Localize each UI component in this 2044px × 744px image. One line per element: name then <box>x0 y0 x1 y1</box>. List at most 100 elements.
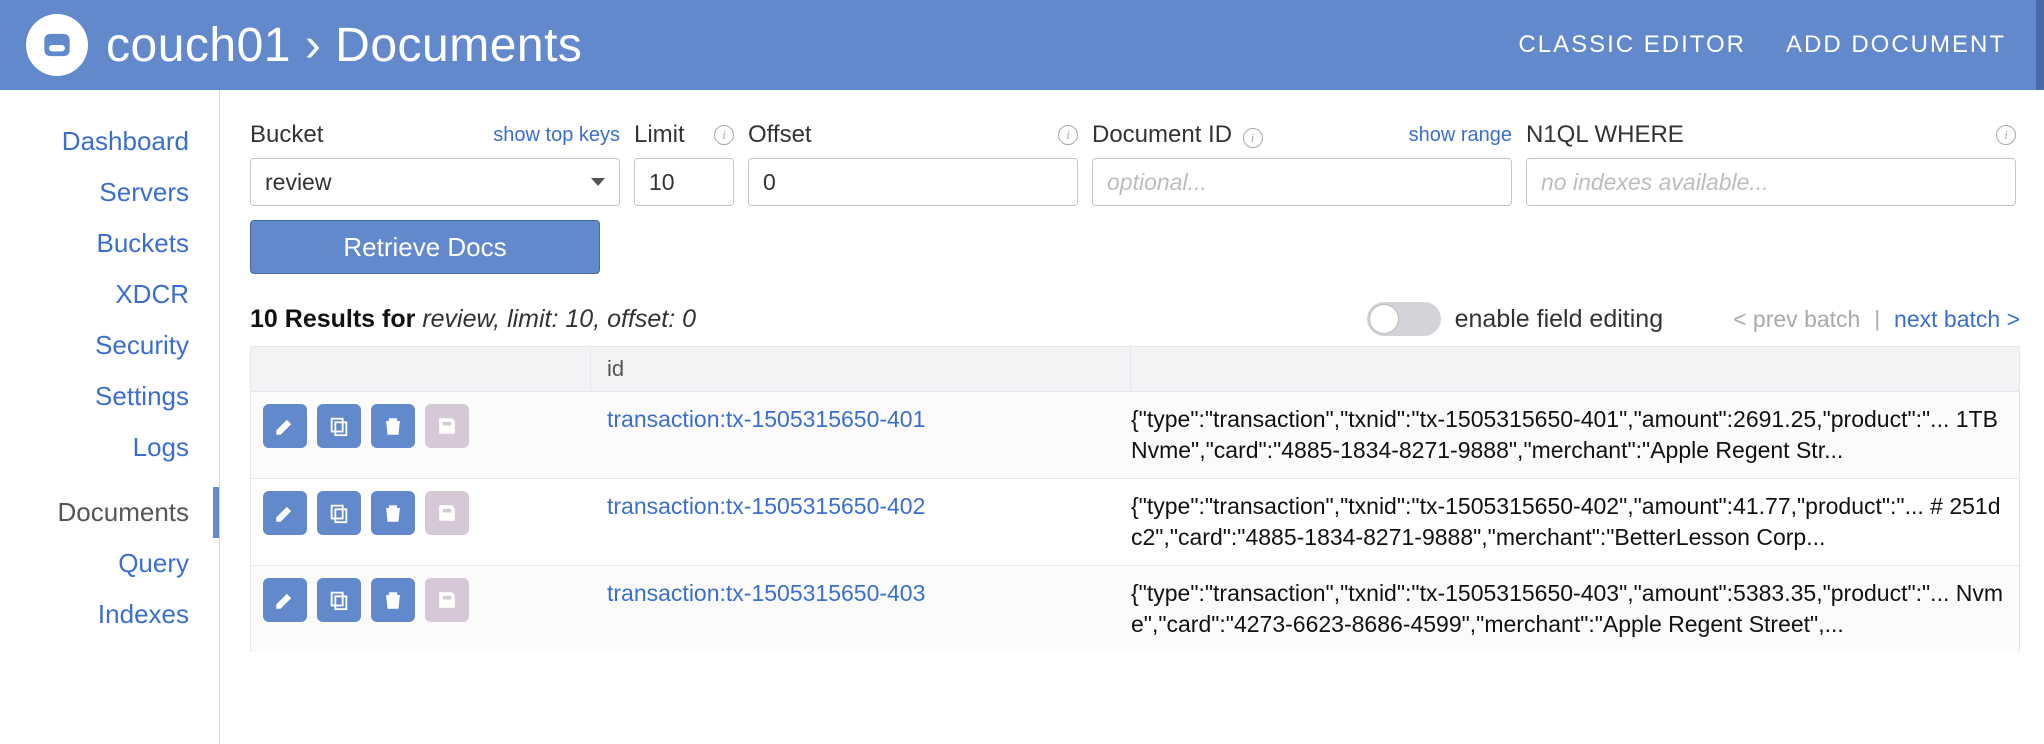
row-json-cell: {"type":"transaction","txnid":"tx-150531… <box>1131 566 2019 652</box>
document-id-link[interactable]: transaction:tx-1505315650-403 <box>607 580 925 606</box>
th-actions <box>251 347 591 391</box>
prev-batch-link: < prev batch <box>1733 306 1860 333</box>
row-actions <box>251 566 591 634</box>
row-json-cell: {"type":"transaction","txnid":"tx-150531… <box>1131 392 2019 478</box>
results-summary: 10 Results for review, limit: 10, offset… <box>250 305 1367 334</box>
offset-input[interactable] <box>748 158 1078 206</box>
row-actions <box>251 392 591 460</box>
docid-input[interactable] <box>1092 158 1512 206</box>
th-id: id <box>591 347 1131 391</box>
edit-button[interactable] <box>263 578 307 622</box>
row-id-cell: transaction:tx-1505315650-403 <box>591 566 1131 621</box>
trash-icon <box>382 589 404 611</box>
sidebar-item-logs[interactable]: Logs <box>0 422 219 473</box>
results-count: 10 <box>250 305 278 333</box>
enable-field-editing-toggle[interactable] <box>1367 302 1441 336</box>
table-row: transaction:tx-1505315650-402 {"type":"t… <box>251 478 2019 565</box>
save-button <box>425 491 469 535</box>
sidebar-item-settings[interactable]: Settings <box>0 371 219 422</box>
row-actions <box>251 479 591 547</box>
breadcrumb-page: Documents <box>335 19 582 72</box>
sidebar-item-security[interactable]: Security <box>0 320 219 371</box>
copy-icon <box>328 415 350 437</box>
results-summary-detail: review, limit: 10, offset: 0 <box>422 305 696 333</box>
breadcrumb-sep: › <box>305 19 321 72</box>
row-id-cell: transaction:tx-1505315650-401 <box>591 392 1131 447</box>
next-batch-link[interactable]: next batch > <box>1894 306 2020 333</box>
limit-label: Limit <box>634 121 685 149</box>
sidebar-item-dashboard[interactable]: Dashboard <box>0 116 219 167</box>
filter-row: Bucket show top keys review Limit i Offs… <box>250 118 2020 206</box>
sidebar-item-xdcr[interactable]: XDCR <box>0 269 219 320</box>
table-row: transaction:tx-1505315650-401 {"type":"t… <box>251 391 2019 478</box>
delete-button[interactable] <box>371 404 415 448</box>
sidebar-item-indexes[interactable]: Indexes <box>0 589 219 640</box>
field-docid: Document ID i show range <box>1092 118 1512 206</box>
document-id-link[interactable]: transaction:tx-1505315650-402 <box>607 493 925 519</box>
field-n1ql: N1QL WHERE i <box>1526 118 2016 206</box>
row-id-cell: transaction:tx-1505315650-402 <box>591 479 1131 534</box>
retrieve-docs-button[interactable]: Retrieve Docs <box>250 220 600 274</box>
limit-input[interactable] <box>634 158 734 206</box>
n1ql-input[interactable] <box>1526 158 2016 206</box>
info-icon[interactable]: i <box>1996 125 2016 145</box>
classic-editor-link[interactable]: CLASSIC EDITOR <box>1518 31 1746 59</box>
pencil-icon <box>274 502 296 524</box>
table-body: transaction:tx-1505315650-401 {"type":"t… <box>251 391 2019 652</box>
save-icon <box>436 589 458 611</box>
pencil-icon <box>274 589 296 611</box>
enable-field-editing-label: enable field editing <box>1455 305 1664 334</box>
document-id-link[interactable]: transaction:tx-1505315650-401 <box>607 406 925 432</box>
sidebar-item-documents[interactable]: Documents <box>0 487 219 538</box>
sidebar-item-query[interactable]: Query <box>0 538 219 589</box>
bucket-label: Bucket <box>250 121 323 149</box>
copy-button[interactable] <box>317 578 361 622</box>
chevron-down-icon <box>591 178 605 186</box>
pager-sep: | <box>1874 306 1880 332</box>
content: Bucket show top keys review Limit i Offs… <box>220 90 2044 744</box>
app-logo <box>26 14 88 76</box>
copy-button[interactable] <box>317 404 361 448</box>
delete-button[interactable] <box>371 491 415 535</box>
info-icon[interactable]: i <box>1243 128 1263 148</box>
bucket-select[interactable]: review <box>250 158 620 206</box>
offset-label: Offset <box>748 121 812 149</box>
n1ql-label: N1QL WHERE <box>1526 121 1684 149</box>
field-offset: Offset i <box>748 118 1078 206</box>
sidebar-item-servers[interactable]: Servers <box>0 167 219 218</box>
table-header: id <box>251 347 2019 391</box>
results-table: id transaction:tx-1505315650-401 {"type"… <box>250 346 2020 652</box>
sidebar-item-buckets[interactable]: Buckets <box>0 218 219 269</box>
save-button <box>425 578 469 622</box>
sidebar: Dashboard Servers Buckets XDCR Security … <box>0 90 220 744</box>
edit-button[interactable] <box>263 404 307 448</box>
delete-button[interactable] <box>371 578 415 622</box>
save-button <box>425 404 469 448</box>
copy-icon <box>328 502 350 524</box>
show-range-link[interactable]: show range <box>1409 124 1512 147</box>
breadcrumb: couch01 › Documents <box>106 18 1518 73</box>
info-icon[interactable]: i <box>714 125 734 145</box>
breadcrumb-node[interactable]: couch01 <box>106 19 291 72</box>
info-icon[interactable]: i <box>1058 125 1078 145</box>
table-row: transaction:tx-1505315650-403 {"type":"t… <box>251 565 2019 652</box>
bucket-select-value: review <box>265 169 331 196</box>
results-summary-row: 10 Results for review, limit: 10, offset… <box>250 302 2020 336</box>
trash-icon <box>382 502 404 524</box>
row-json-cell: {"type":"transaction","txnid":"tx-150531… <box>1131 479 2019 565</box>
pager: < prev batch | next batch > <box>1663 306 2020 333</box>
results-word: Results for <box>285 305 416 333</box>
edit-button[interactable] <box>263 491 307 535</box>
docid-label: Document ID <box>1092 121 1232 148</box>
trash-icon <box>382 415 404 437</box>
field-limit: Limit i <box>634 118 734 206</box>
main: Dashboard Servers Buckets XDCR Security … <box>0 90 2044 744</box>
pencil-icon <box>274 415 296 437</box>
field-bucket: Bucket show top keys review <box>250 118 620 206</box>
add-document-link[interactable]: ADD DOCUMENT <box>1786 31 2006 59</box>
copy-button[interactable] <box>317 491 361 535</box>
show-top-keys-link[interactable]: show top keys <box>493 124 620 147</box>
save-icon <box>436 502 458 524</box>
save-icon <box>436 415 458 437</box>
header-actions: CLASSIC EDITOR ADD DOCUMENT <box>1518 31 2006 59</box>
